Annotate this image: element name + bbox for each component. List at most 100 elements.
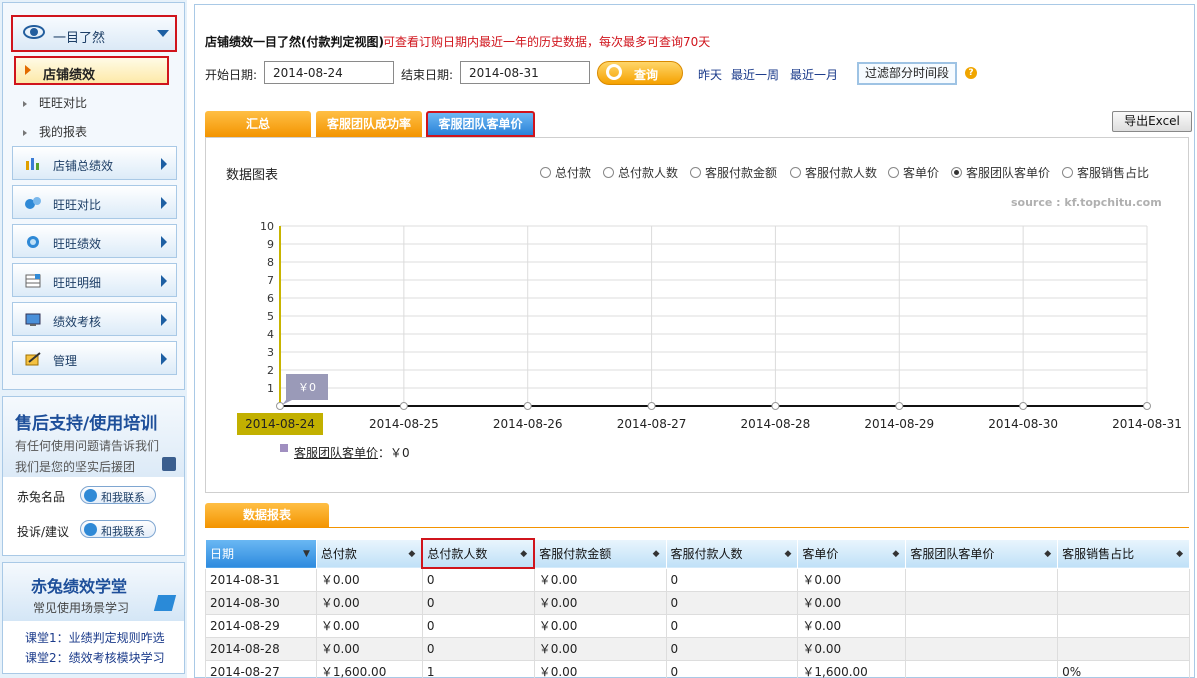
radio-icon [540, 167, 551, 178]
wangwang-compare-icon [25, 197, 41, 209]
chart-legend[interactable]: 客服团队客单价：￥0 [280, 444, 410, 461]
table-cell: 0 [665, 613, 799, 638]
table-cell: ￥0.00 [533, 590, 667, 615]
nav-panel: 一目了然 店铺绩效 旺旺对比 我的报表 店铺总绩效 旺旺对比 旺旺绩效 旺旺明细… [2, 2, 185, 390]
col-header-cs-payment-amount[interactable]: 客服付款金额 ◆ [533, 538, 667, 569]
book-icon [153, 595, 177, 611]
data-point [1143, 402, 1151, 410]
metric-radio-3[interactable]: 客服付款人数 [790, 164, 877, 181]
line-chart: 1 2 3 4 5 6 7 8 9 10 2014-08-24 2014-08-25 2014-08-2… [237, 220, 1182, 435]
x-tick-label: 2014-08-27 [617, 417, 687, 431]
chevron-right-icon [161, 275, 167, 287]
table-cell: ￥0.00 [533, 659, 667, 678]
report-divider [205, 527, 1189, 528]
x-tick-label: 2014-08-29 [864, 417, 934, 431]
nav-item-wangwang-compare[interactable]: 旺旺对比 [12, 185, 177, 219]
sort-icon: ◆ [408, 548, 416, 559]
y-tick-label: 8 [267, 256, 274, 269]
query-button[interactable]: 查询 [597, 61, 683, 85]
table-cell: 0 [665, 659, 799, 678]
quick-link-last-month[interactable]: 最近一月 [790, 66, 838, 83]
data-point [647, 402, 656, 410]
table-cell: ￥1,600.00 [797, 659, 907, 678]
table-cell [1057, 636, 1190, 661]
x-tick-label: 2014-08-31 [1112, 417, 1182, 431]
end-date-input[interactable] [460, 61, 590, 84]
metric-radio-0[interactable]: 总付款 [540, 164, 591, 181]
y-tick-label: 1 [267, 382, 274, 395]
metric-radio-6[interactable]: 客服销售占比 [1062, 164, 1149, 181]
start-date-input[interactable] [264, 61, 394, 84]
nav-item-performance-review[interactable]: 绩效考核 [12, 302, 177, 336]
table-cell: 0 [665, 590, 799, 615]
support-banner: 售后支持/使用培训 有任何使用问题请告诉我们 我们是您的坚实后援团 [3, 397, 184, 477]
metric-radio-1[interactable]: 总付款人数 [603, 164, 678, 181]
radio-icon [690, 167, 701, 178]
school-banner: 赤兔绩效学堂 常见使用场景学习 [3, 563, 184, 621]
table-cell: ￥0.00 [315, 567, 423, 592]
school-link-1[interactable]: 课堂1：业绩判定规则咋选 [25, 629, 165, 646]
support-line-1: 有任何使用问题请告诉我们 [15, 439, 160, 453]
nav-dropdown-label: 一目了然 [53, 31, 106, 46]
sort-icon: ◆ [520, 549, 528, 559]
support-panel: 售后支持/使用培训 有任何使用问题请告诉我们 我们是您的坚实后援团 赤兔名品 和… [2, 396, 185, 556]
tab-summary[interactable]: 汇总 [205, 111, 311, 137]
x-tick-label: 2014-08-26 [493, 417, 563, 431]
tab-team-success-rate[interactable]: 客服团队成功率 [316, 111, 422, 137]
col-header-cs-sales-ratio[interactable]: 客服销售占比 ◆ [1057, 538, 1190, 569]
y-tick-label: 4 [267, 328, 274, 341]
tab-team-unit-price[interactable]: 客服团队客单价 [426, 111, 535, 137]
col-header-date[interactable]: 日期 ▼ [205, 538, 317, 569]
nav-subitem-my-reports[interactable]: 我的报表 [23, 123, 87, 140]
sort-icon: ◆ [652, 548, 660, 559]
nav-item-wangwang-performance[interactable]: 旺旺绩效 [12, 224, 177, 258]
wangwang-icon [27, 236, 39, 248]
help-icon[interactable]: ? [965, 67, 977, 79]
col-header-cs-payers[interactable]: 客服付款人数 ◆ [665, 538, 799, 569]
table-cell [905, 613, 1059, 638]
nav-item-store-total[interactable]: 店铺总绩效 [12, 146, 177, 180]
qq-icon [84, 489, 97, 502]
qq-icon [84, 523, 97, 536]
metric-radio-5[interactable]: 客服团队客单价 [951, 164, 1050, 181]
nav-subitem-wangwang-compare[interactable]: 旺旺对比 [23, 94, 87, 111]
nav-dropdown-overview[interactable]: 一目了然 [11, 15, 177, 52]
data-point [895, 402, 904, 410]
radio-selected-icon [951, 167, 962, 178]
school-link-2[interactable]: 课堂2：绩效考核模块学习 [25, 649, 165, 666]
table-cell: 2014-08-30 [205, 590, 317, 615]
tab-data-report[interactable]: 数据报表 [205, 503, 329, 528]
manage-icon [25, 352, 41, 366]
col-header-total-payers[interactable]: 总付款人数 ◆ [421, 538, 536, 569]
nav-item-store-performance[interactable]: 店铺绩效 [14, 56, 169, 85]
contact-button-2[interactable]: 和我联系 [80, 520, 156, 538]
table-cell: 2014-08-28 [205, 636, 317, 661]
table-row: 2014-08-28 ￥0.00 0 ￥0.00 0 ￥0.00 [205, 636, 1190, 661]
nav-item-wangwang-detail[interactable]: 旺旺明细 [12, 263, 177, 297]
table-cell [1057, 613, 1190, 638]
col-header-team-unit-price[interactable]: 客服团队客单价 ◆ [905, 538, 1059, 569]
sort-icon: ◆ [1044, 548, 1052, 559]
report-table: 日期 ▼ 总付款 ◆ 总付款人数 ◆ 客服付款金额 ◆ 客服付款人数 ◆ 客单价 ◆ 客服团… [205, 538, 1190, 678]
table-cell: ￥0.00 [315, 590, 423, 615]
arrow-right-icon [25, 65, 31, 75]
export-excel-button[interactable]: 导出Excel [1112, 111, 1192, 132]
col-header-total-payment[interactable]: 总付款 ◆ [315, 538, 423, 569]
metric-radio-4[interactable]: 客单价 [888, 164, 939, 181]
contact-button-1[interactable]: 和我联系 [80, 486, 156, 504]
sidebar: 一目了然 店铺绩效 旺旺对比 我的报表 店铺总绩效 旺旺对比 旺旺绩效 旺旺明细… [0, 0, 187, 678]
table-cell [1057, 567, 1190, 592]
quick-link-yesterday[interactable]: 昨天 [698, 66, 722, 83]
metric-radio-2[interactable]: 客服付款金额 [690, 164, 777, 181]
sort-desc-icon: ▼ [302, 548, 310, 559]
bullet-icon [23, 100, 27, 107]
table-cell: 0 [421, 613, 535, 638]
quick-link-last-week[interactable]: 最近一周 [731, 66, 779, 83]
nav-item-manage[interactable]: 管理 [12, 341, 177, 375]
sort-icon: ◆ [784, 548, 792, 559]
filter-time-button[interactable]: 过滤部分时间段 [857, 62, 957, 85]
y-tick-label: 5 [267, 310, 274, 323]
col-header-unit-price[interactable]: 客单价 ◆ [797, 538, 907, 569]
table-cell: ￥0.00 [533, 567, 667, 592]
x-tick-label: 2014-08-30 [988, 417, 1058, 431]
